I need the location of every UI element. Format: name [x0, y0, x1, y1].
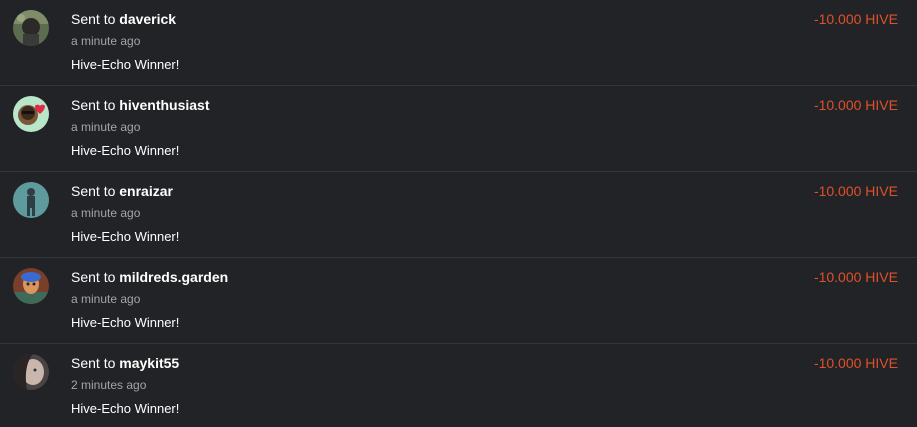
- transfer-prefix: Sent to: [71, 11, 116, 27]
- transfer-row[interactable]: Sent to mildreds.garden a minute ago Hiv…: [0, 258, 917, 344]
- transfer-list: Sent to daverick a minute ago Hive-Echo …: [0, 0, 917, 427]
- transfer-amount: -10.000 HIVE: [813, 355, 898, 371]
- transfer-memo: Hive-Echo Winner!: [71, 229, 180, 244]
- transfer-memo: Hive-Echo Winner!: [71, 401, 180, 416]
- recipient-link[interactable]: mildreds.garden: [119, 269, 228, 285]
- avatar[interactable]: [13, 10, 49, 46]
- transfer-row[interactable]: Sent to daverick a minute ago Hive-Echo …: [0, 0, 917, 86]
- transfer-row[interactable]: Sent to maykit55 2 minutes ago Hive-Echo…: [0, 344, 917, 427]
- transfer-memo: Hive-Echo Winner!: [71, 315, 180, 330]
- avatar[interactable]: [13, 268, 49, 304]
- transfer-prefix: Sent to: [71, 269, 116, 285]
- recipient-link[interactable]: daverick: [119, 11, 176, 27]
- transfer-title: Sent to enraizar: [71, 183, 173, 199]
- transfer-time: a minute ago: [71, 120, 141, 134]
- transfer-prefix: Sent to: [71, 183, 116, 199]
- transfer-title: Sent to maykit55: [71, 355, 179, 371]
- transfer-time: a minute ago: [71, 206, 141, 220]
- transfer-time: a minute ago: [71, 292, 141, 306]
- transfer-row[interactable]: Sent to enraizar a minute ago Hive-Echo …: [0, 172, 917, 258]
- recipient-link[interactable]: enraizar: [119, 183, 173, 199]
- transfer-title: Sent to daverick: [71, 11, 176, 27]
- transfer-amount: -10.000 HIVE: [813, 269, 898, 285]
- avatar[interactable]: [13, 96, 49, 132]
- transfer-amount: -10.000 HIVE: [813, 11, 898, 27]
- transfer-prefix: Sent to: [71, 97, 116, 113]
- transfer-memo: Hive-Echo Winner!: [71, 57, 180, 72]
- transfer-time: a minute ago: [71, 34, 141, 48]
- recipient-link[interactable]: hiventhusiast: [119, 97, 209, 113]
- transfer-row[interactable]: Sent to hiventhusiast a minute ago Hive-…: [0, 86, 917, 172]
- avatar[interactable]: [13, 354, 49, 390]
- transfer-amount: -10.000 HIVE: [813, 183, 898, 199]
- transfer-memo: Hive-Echo Winner!: [71, 143, 180, 158]
- transfer-title: Sent to mildreds.garden: [71, 269, 228, 285]
- transfer-time: 2 minutes ago: [71, 378, 147, 392]
- transfer-amount: -10.000 HIVE: [813, 97, 898, 113]
- avatar[interactable]: [13, 182, 49, 218]
- transfer-title: Sent to hiventhusiast: [71, 97, 210, 113]
- transfer-prefix: Sent to: [71, 355, 116, 371]
- recipient-link[interactable]: maykit55: [119, 355, 179, 371]
